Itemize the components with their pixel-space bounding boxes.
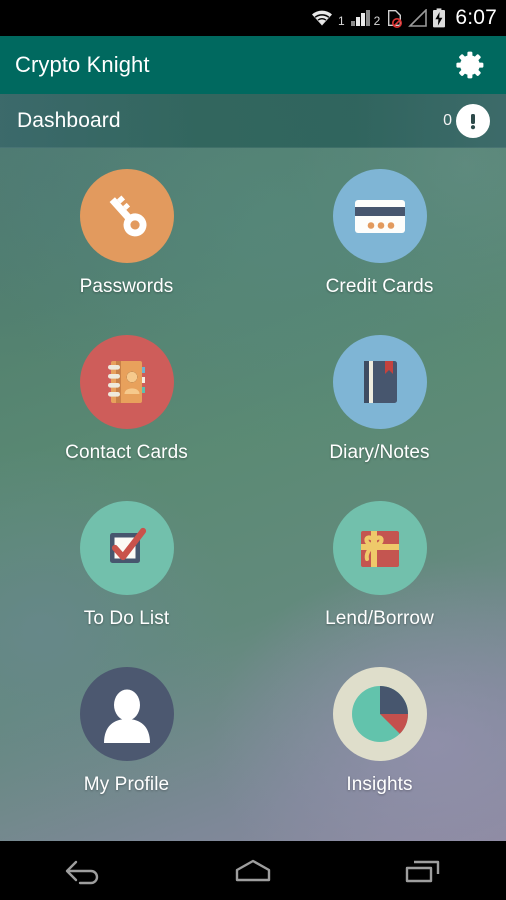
gear-icon	[456, 51, 484, 79]
battery-charging-icon	[432, 8, 446, 28]
tile-lend-borrow[interactable]: Lend/Borrow	[253, 492, 506, 658]
alert-count: 0	[443, 112, 452, 129]
page-title: Dashboard	[17, 109, 121, 132]
pie-chart-icon	[351, 686, 408, 742]
no-sim-card-icon	[385, 8, 404, 28]
person-avatar-icon	[103, 689, 150, 743]
settings-button[interactable]	[448, 43, 492, 87]
tile-label: To Do List	[83, 608, 170, 629]
tile-passwords[interactable]: Passwords	[0, 160, 253, 326]
dashboard-grid-area: Passwords Credit Cards Contact Cards Dia…	[0, 154, 506, 824]
dashboard-subheader: Dashboard 0	[0, 94, 506, 148]
action-bar: Crypto Knight	[0, 36, 506, 94]
wifi-icon	[310, 9, 334, 27]
tile-diary-notes[interactable]: Diary/Notes	[253, 326, 506, 492]
diary-notes-icon-circle	[332, 335, 427, 429]
to-do-list-icon-circle	[79, 501, 174, 595]
tile-label: Contact Cards	[65, 442, 188, 463]
alert-badge[interactable]: 0	[443, 104, 490, 138]
credit-card-icon	[354, 200, 405, 233]
tile-label: Passwords	[79, 276, 174, 297]
tile-label: Lend/Borrow	[325, 608, 434, 629]
back-button[interactable]	[38, 847, 130, 895]
home-icon	[235, 859, 271, 881]
insights-icon-circle	[332, 667, 427, 761]
sim2-label: 2	[373, 14, 381, 28]
tile-credit-cards[interactable]: Credit Cards	[253, 160, 506, 326]
back-arrow-icon	[66, 860, 99, 884]
recents-button[interactable]	[376, 847, 468, 895]
sim1-label: 1	[337, 14, 345, 28]
navigation-bar	[0, 841, 506, 900]
tile-label: My Profile	[83, 774, 170, 795]
address-book-icon	[107, 361, 145, 403]
tile-label: Insights	[346, 774, 413, 795]
phone-screen: Passwords Credit Cards Contact Cards Dia…	[0, 0, 506, 900]
exclamation-circle-icon	[456, 104, 490, 138]
gift-box-icon	[360, 531, 399, 567]
status-bar: 1 2 6:07	[0, 0, 506, 36]
dashboard-grid: Passwords Credit Cards Contact Cards Dia…	[0, 160, 506, 824]
dashboard-wallpaper: Passwords Credit Cards Contact Cards Dia…	[0, 36, 506, 841]
signal-bars-icon	[350, 9, 370, 27]
credit-cards-icon-circle	[332, 169, 427, 263]
notebook-bookmark-icon	[363, 361, 397, 403]
status-bar-clock: 6:07	[455, 5, 497, 29]
app-title: Crypto Knight	[15, 52, 150, 77]
key-icon	[109, 195, 147, 237]
checkbox-checked-icon	[109, 527, 146, 563]
home-button[interactable]	[207, 847, 299, 895]
signal-triangle-icon	[408, 9, 428, 27]
contact-cards-icon-circle	[79, 335, 174, 429]
tile-contact-cards[interactable]: Contact Cards	[0, 326, 253, 492]
tile-my-profile[interactable]: My Profile	[0, 658, 253, 824]
tile-label: Diary/Notes	[329, 442, 430, 463]
tile-insights[interactable]: Insights	[253, 658, 506, 824]
my-profile-icon-circle	[79, 667, 174, 761]
tile-to-do-list[interactable]: To Do List	[0, 492, 253, 658]
tile-label: Credit Cards	[325, 276, 434, 297]
lend-borrow-icon-circle	[332, 501, 427, 595]
recent-apps-icon	[405, 860, 439, 882]
passwords-icon-circle	[79, 169, 174, 263]
